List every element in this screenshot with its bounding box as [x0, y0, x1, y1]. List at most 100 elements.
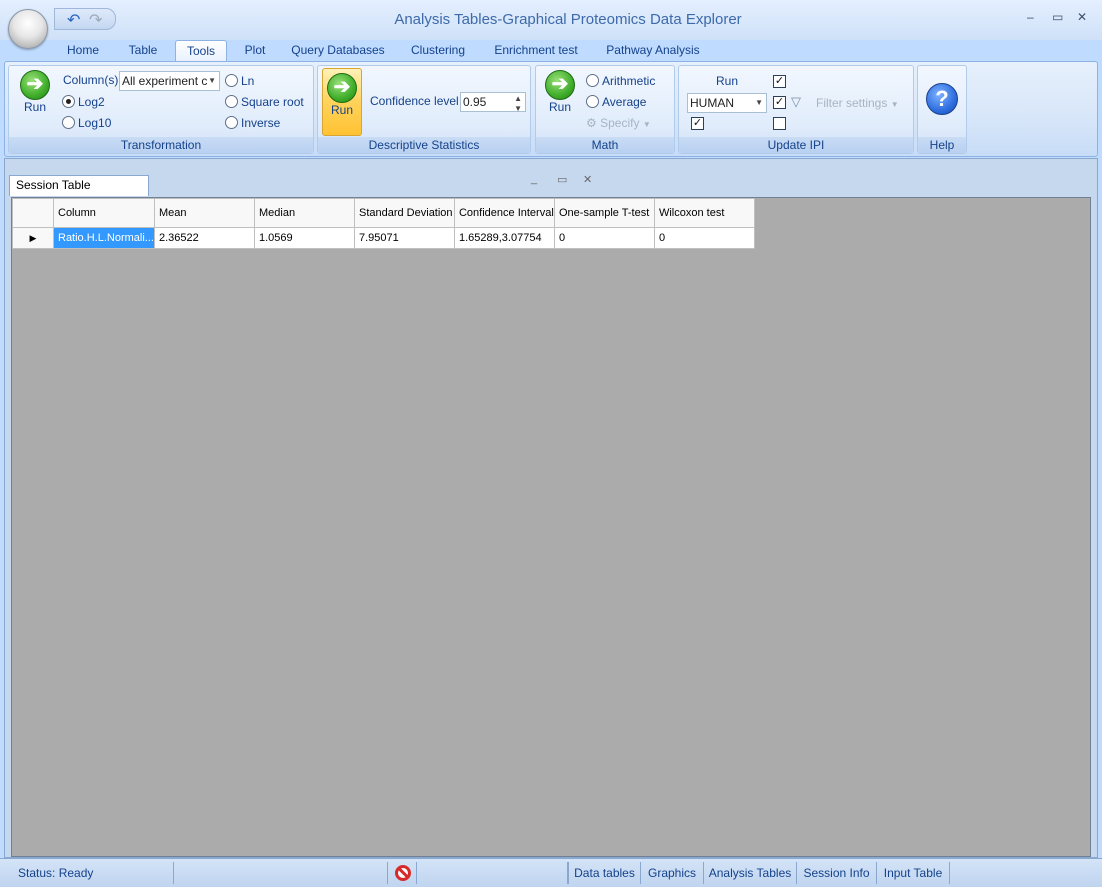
- session-info-button[interactable]: Session Info: [796, 862, 876, 884]
- table-cell[interactable]: Ratio.H.L.Normali...: [53, 227, 155, 249]
- graphics-button[interactable]: Graphics: [640, 862, 703, 884]
- inverse-radio[interactable]: Inverse: [225, 116, 280, 130]
- columns-dropdown[interactable]: All experiment c ▼: [119, 71, 220, 91]
- checkbox-checked[interactable]: ✓: [691, 117, 704, 130]
- filter-settings-button[interactable]: Filter settings ▼: [816, 96, 899, 110]
- status-bar: Status: Ready Data tables Graphics Analy…: [0, 858, 1102, 887]
- close-button[interactable]: ✕: [1077, 10, 1087, 24]
- confidence-level-spinner[interactable]: 0.95 ▲ ▼: [460, 92, 526, 112]
- status-panel: [416, 862, 568, 884]
- window-title: Analysis Tables-Graphical Proteomics Dat…: [394, 11, 742, 28]
- doc-close-button[interactable]: ✕: [583, 173, 592, 186]
- tab-plot[interactable]: Plot: [233, 40, 277, 62]
- run-arrow-icon: ➔: [545, 70, 575, 100]
- radio-icon: [225, 74, 238, 87]
- run-label: Run: [330, 103, 353, 117]
- column-header[interactable]: Confidence Interval: [453, 198, 555, 228]
- data-grid[interactable]: Column Mean Median Standard Deviation Co…: [11, 197, 1091, 857]
- chevron-down-icon: ▼: [755, 98, 763, 107]
- descriptive-statistics-group: ➔ Run Confidence level 0.95 ▲ ▼ Descript…: [317, 65, 531, 154]
- chevron-down-icon: ▼: [642, 120, 651, 129]
- update-ipi-group: Run HUMAN ▼ ✓ ✓ ✓ ▽ Filter settings ▼ Up…: [678, 65, 914, 154]
- average-label: Average: [602, 95, 647, 109]
- chevron-down-icon: ▼: [890, 100, 899, 109]
- table-cell[interactable]: 0: [653, 227, 755, 249]
- organism-value: HUMAN: [690, 96, 734, 110]
- row-header-corner: [12, 198, 54, 228]
- column-header[interactable]: Wilcoxon test: [653, 198, 755, 228]
- tab-tools[interactable]: Tools: [175, 40, 227, 62]
- descriptive-statistics-group-label: Descriptive Statistics: [318, 137, 530, 153]
- tab-home[interactable]: Home: [58, 40, 108, 62]
- status-text: Status: Ready: [8, 862, 174, 884]
- table-header-row: Column Mean Median Standard Deviation Co…: [12, 198, 755, 228]
- run-label: Run: [548, 100, 571, 114]
- column-header[interactable]: Standard Deviation: [353, 198, 455, 228]
- ribbon-tabs: Home Table Tools Plot Query Databases Cl…: [0, 38, 1102, 62]
- tab-enrichment-test[interactable]: Enrichment test: [488, 40, 584, 62]
- application-menu-orb[interactable]: [8, 9, 48, 49]
- average-radio[interactable]: Average: [586, 95, 646, 109]
- input-table-button[interactable]: Input Table: [876, 862, 950, 884]
- update-ipi-run-button[interactable]: Run: [716, 74, 738, 88]
- columns-value: All experiment c: [122, 74, 208, 88]
- confidence-level-label: Confidence level: [370, 94, 459, 108]
- tab-clustering[interactable]: Clustering: [402, 40, 474, 62]
- minimize-button[interactable]: –: [1027, 10, 1034, 24]
- math-run-button[interactable]: ➔ Run: [540, 70, 580, 114]
- checkbox-unchecked[interactable]: [773, 117, 786, 130]
- run-arrow-icon: ➔: [327, 73, 357, 103]
- log2-label: Log2: [78, 95, 105, 109]
- column-header[interactable]: One-sample T-test: [553, 198, 655, 228]
- log10-radio[interactable]: Log10: [62, 116, 111, 130]
- specify-button[interactable]: ⚙ Specify ▼: [586, 116, 651, 130]
- row-indicator-icon[interactable]: ▶: [12, 227, 54, 249]
- square-root-label: Square root: [241, 95, 304, 109]
- transformation-run-button[interactable]: ➔ Run: [15, 70, 55, 114]
- radio-icon: [586, 95, 599, 108]
- organism-dropdown[interactable]: HUMAN ▼: [687, 93, 767, 113]
- table-cell[interactable]: 7.95071: [353, 227, 455, 249]
- ln-label: Ln: [241, 74, 255, 88]
- confidence-level-value: 0.95: [463, 95, 487, 109]
- column-header[interactable]: Median: [253, 198, 355, 228]
- descriptive-run-button[interactable]: ➔ Run: [322, 68, 362, 136]
- status-panel: [174, 862, 388, 884]
- ln-radio[interactable]: Ln: [225, 74, 254, 88]
- table-cell[interactable]: 0: [553, 227, 655, 249]
- table-cell[interactable]: 1.0569: [253, 227, 355, 249]
- radio-selected-icon: [62, 95, 75, 108]
- document-tab[interactable]: Session Table 1_descStat: [9, 175, 149, 211]
- tab-table[interactable]: Table: [118, 40, 168, 62]
- tab-pathway-analysis[interactable]: Pathway Analysis: [598, 40, 708, 62]
- table-cell[interactable]: 2.36522: [153, 227, 255, 249]
- column-header[interactable]: Column: [53, 198, 155, 228]
- run-label: Run: [23, 100, 46, 114]
- table-row[interactable]: ▶ Ratio.H.L.Normali... 2.36522 1.0569 7.…: [12, 227, 755, 249]
- document-area: Session Table 1_descStat _ ▭ ✕ Column Me…: [4, 158, 1098, 858]
- filter-icon: ▽: [791, 94, 801, 109]
- square-root-radio[interactable]: Square root: [225, 95, 304, 109]
- log10-label: Log10: [78, 116, 112, 130]
- checkbox-checked[interactable]: ✓: [773, 75, 786, 88]
- radio-icon: [225, 116, 238, 129]
- doc-minimize-button[interactable]: _: [531, 173, 537, 185]
- data-tables-button[interactable]: Data tables: [568, 862, 640, 884]
- column-header[interactable]: Mean: [153, 198, 255, 228]
- columns-label: Column(s): [63, 73, 119, 87]
- results-table: Column Mean Median Standard Deviation Co…: [12, 198, 755, 249]
- arithmetic-radio[interactable]: Arithmetic: [586, 74, 655, 88]
- title-bar: ↶ ↷ Analysis Tables-Graphical Proteomics…: [0, 0, 1102, 40]
- tab-query-databases[interactable]: Query Databases: [286, 40, 390, 62]
- doc-restore-button[interactable]: ▭: [557, 173, 567, 186]
- spin-down-icon[interactable]: ▼: [514, 100, 522, 111]
- checkbox-checked[interactable]: ✓: [773, 96, 786, 109]
- help-icon[interactable]: ?: [926, 83, 958, 115]
- stop-icon[interactable]: [395, 865, 411, 881]
- log2-radio[interactable]: Log2: [62, 95, 105, 109]
- analysis-tables-button[interactable]: Analysis Tables: [703, 862, 796, 884]
- table-cell[interactable]: 1.65289,3.07754: [453, 227, 555, 249]
- run-arrow-icon: ➔: [20, 70, 50, 100]
- restore-button[interactable]: ▭: [1052, 10, 1063, 24]
- arithmetic-label: Arithmetic: [602, 74, 656, 88]
